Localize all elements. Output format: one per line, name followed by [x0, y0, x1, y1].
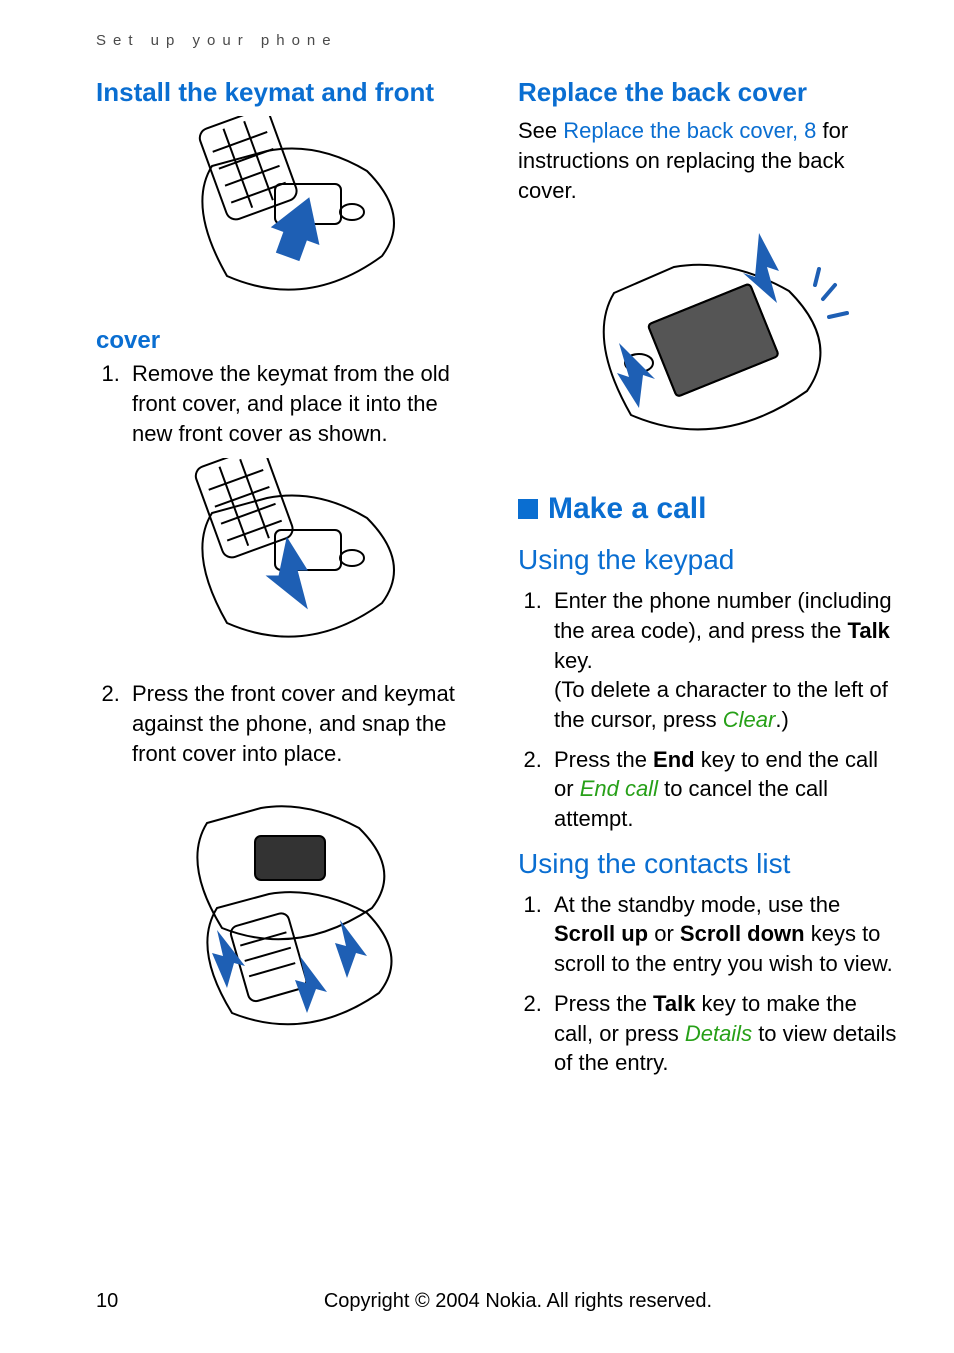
keypad-step-2: Press the End key to end the call or End…: [548, 745, 900, 834]
keypad-step-1: Enter the phone number (including the ar…: [548, 586, 900, 734]
running-header: Set up your phone: [96, 32, 900, 49]
section-heading-make-a-call: Make a call: [518, 492, 900, 526]
text: Press the: [554, 991, 653, 1016]
key-end: End: [653, 747, 695, 772]
intro-text-a: See: [518, 118, 563, 143]
contacts-step-2: Press the Talk key to make the call, or …: [548, 989, 900, 1078]
key-talk: Talk: [848, 618, 890, 643]
heading-cover-continuation: cover: [96, 327, 478, 355]
contacts-step-1: At the standby mode, use the Scroll up o…: [548, 890, 900, 979]
text: .): [775, 707, 788, 732]
text: or: [648, 921, 680, 946]
replace-back-cover-intro: See Replace the back cover, 8 for instru…: [518, 116, 900, 205]
softkey-details: Details: [685, 1021, 752, 1046]
right-column: Replace the back cover See Replace the b…: [518, 77, 900, 1088]
softkey-clear: Clear: [723, 707, 776, 732]
square-bullet-icon: [518, 499, 538, 519]
install-step-2: Press the front cover and keymat against…: [126, 679, 478, 768]
softkey-end-call: End call: [580, 776, 658, 801]
figure-snap-cover: [96, 778, 478, 1043]
install-step-1: Remove the keymat from the old front cov…: [126, 359, 478, 448]
subheading-using-keypad: Using the keypad: [518, 544, 900, 576]
text: At the standby mode, use the: [554, 892, 840, 917]
section-heading-text: Make a call: [548, 492, 706, 526]
text: (To delete a character to the left of th…: [554, 677, 888, 732]
figure-keymat-lift: [96, 116, 478, 311]
text: key.: [554, 648, 593, 673]
subheading-using-contacts: Using the contacts list: [518, 848, 900, 880]
text: Enter the phone number (including the ar…: [554, 588, 892, 643]
copyright-line: Copyright © 2004 Nokia. All rights reser…: [136, 1290, 900, 1313]
text: Press the: [554, 747, 653, 772]
key-talk: Talk: [653, 991, 695, 1016]
figure-keymat-insert: [96, 458, 478, 663]
heading-replace-back-cover: Replace the back cover: [518, 77, 900, 108]
key-scroll-up: Scroll up: [554, 921, 648, 946]
left-column: Install the keymat and front: [96, 77, 478, 1088]
key-scroll-down: Scroll down: [680, 921, 805, 946]
heading-install-keymat-front: Install the keymat and front: [96, 77, 478, 108]
link-replace-back-cover-8[interactable]: Replace the back cover, 8: [563, 118, 816, 143]
figure-back-cover: [518, 213, 900, 468]
page-number: 10: [96, 1290, 136, 1313]
